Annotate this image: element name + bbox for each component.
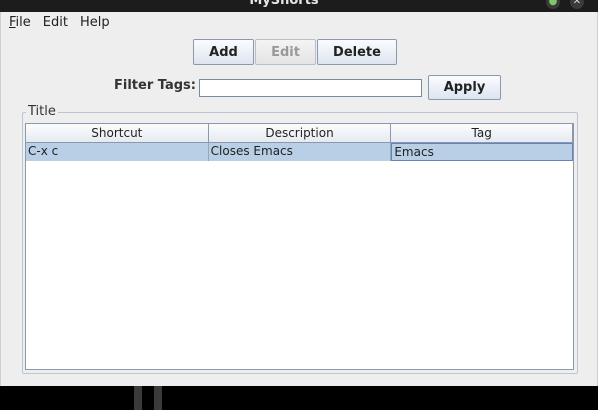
column-header-description[interactable]: Description xyxy=(208,124,392,143)
filter-tags-label: Filter Tags: xyxy=(114,78,196,93)
filter-tags-input[interactable] xyxy=(199,79,422,97)
menu-file-label: ile xyxy=(15,15,31,30)
menu-file[interactable]: File xyxy=(2,12,37,34)
window-title: MyShorts xyxy=(249,0,319,8)
delete-button[interactable]: Delete xyxy=(317,39,397,65)
app-window: MyShorts ● ✕ File Edit Help Add Edit Del… xyxy=(0,0,598,410)
cell-tag[interactable]: Emacs xyxy=(391,143,574,161)
menu-help[interactable]: Help xyxy=(74,12,116,34)
close-icon[interactable]: ✕ xyxy=(570,0,584,9)
menu-edit[interactable]: Edit xyxy=(37,12,74,34)
column-header-tag[interactable]: Tag xyxy=(391,124,574,143)
column-header-shortcut[interactable]: Shortcut xyxy=(26,124,209,143)
toolbar: Add Edit Delete xyxy=(193,39,397,65)
window-content: File Edit Help Add Edit Delete Filter Ta… xyxy=(0,12,598,386)
menu-bar: File Edit Help xyxy=(2,12,598,34)
group-title: Title xyxy=(26,104,58,119)
add-button[interactable]: Add xyxy=(193,39,254,65)
cell-shortcut[interactable]: C-x c xyxy=(26,143,209,161)
taskbar-divider xyxy=(134,386,142,410)
edit-button[interactable]: Edit xyxy=(255,39,316,65)
table-row[interactable]: C-x c Closes Emacs Emacs xyxy=(26,143,574,161)
apply-button[interactable]: Apply xyxy=(428,75,501,100)
shortcuts-table[interactable]: Shortcut Description Tag C-x c Closes Em… xyxy=(25,123,574,370)
table-header: Shortcut Description Tag xyxy=(26,124,574,143)
title-bar: MyShorts ● ✕ xyxy=(0,0,598,12)
cell-description[interactable]: Closes Emacs xyxy=(209,143,392,161)
taskbar-divider xyxy=(154,386,162,410)
